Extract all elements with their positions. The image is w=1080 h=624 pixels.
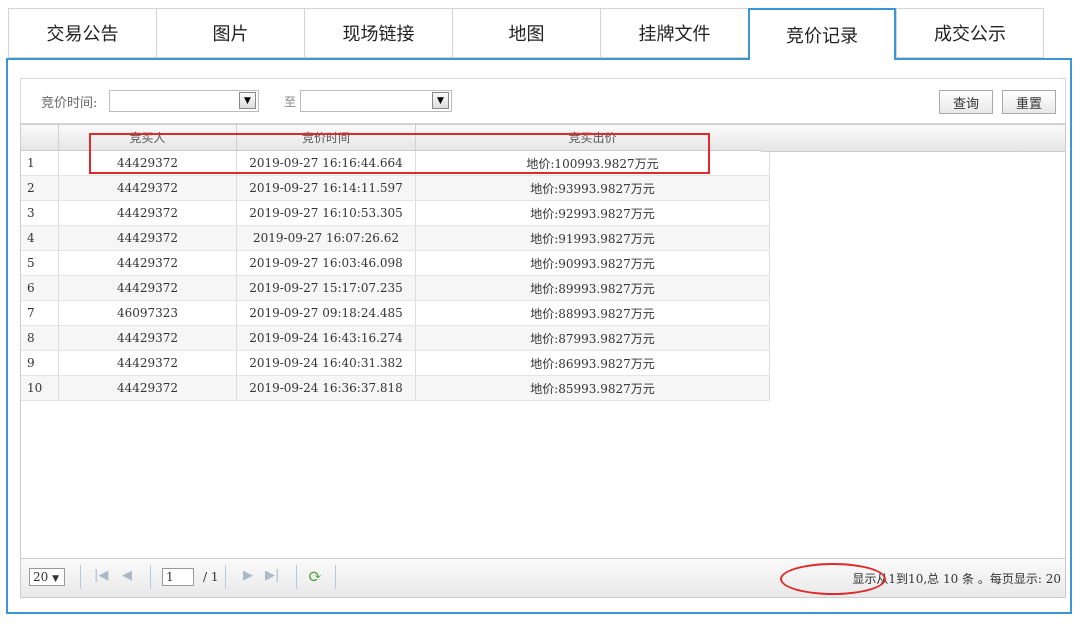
bid-price-cell: 地价:86993.9827万元 <box>415 350 770 376</box>
bid-price-cell: 地价:100993.9827万元 <box>415 150 770 176</box>
pager-divider <box>80 565 81 589</box>
bid-price-cell: 地价:93993.9827万元 <box>415 175 770 201</box>
bid-records-table: 竞买人 竞价时间 竞买出价 1 44429372 2019-09-27 16:16:… <box>20 124 1066 598</box>
table-row[interactable]: 3 44429372 2019-09-27 16:10:53.305 地价:92993… <box>21 200 770 226</box>
bidder-id-cell: 44429372 <box>58 200 237 226</box>
header-bid-price[interactable]: 竞买出价 <box>415 125 770 151</box>
bid-time-cell: 2019-09-27 15:17:07.235 <box>236 275 416 301</box>
tab-map[interactable]: 地图 <box>452 8 600 58</box>
page-size-value: 20 <box>33 570 49 584</box>
bid-time-cell: 2019-09-27 16:16:44.664 <box>236 150 416 176</box>
tab-images[interactable]: 图片 <box>156 8 304 58</box>
row-number-cell: 4 <box>21 225 59 251</box>
reset-button[interactable]: 重置 <box>1002 90 1056 114</box>
page-size-select[interactable]: 20 ▼ <box>29 568 65 586</box>
bid-time-cell: 2019-09-24 16:43:16.274 <box>236 325 416 351</box>
first-page-icon[interactable]: |◀ <box>94 568 108 583</box>
row-number-cell: 10 <box>21 375 59 401</box>
table-row[interactable]: 10 44429372 2019-09-24 16:36:37.818 地价:8599… <box>21 375 770 401</box>
table-header-row: 竞买人 竞价时间 竞买出价 <box>21 125 770 151</box>
bid-price-cell: 地价:89993.9827万元 <box>415 275 770 301</box>
pager-divider <box>335 565 336 589</box>
bid-time-cell: 2019-09-27 16:03:46.098 <box>236 250 416 276</box>
bid-time-cell: 2019-09-27 16:10:53.305 <box>236 200 416 226</box>
bid-price-cell: 地价:85993.9827万元 <box>415 375 770 401</box>
tab-live-link[interactable]: 现场链接 <box>304 8 452 58</box>
table-row[interactable]: 7 46097323 2019-09-27 09:18:24.485 地价:88993… <box>21 300 770 326</box>
header-bid-time[interactable]: 竞价时间 <box>236 125 416 151</box>
search-bar: 竞价时间: ▼ 至 ▼ 查询 重置 <box>20 78 1066 124</box>
row-number-cell: 2 <box>21 175 59 201</box>
table-row[interactable]: 4 44429372 2019-09-27 16:07:26.62 地价:91993.… <box>21 225 770 251</box>
tab-bid-records[interactable]: 竞价记录 <box>748 8 896 60</box>
tab-bar: 交易公告 图片 现场链接 地图 挂牌文件 竞价记录 成交公示 <box>8 8 1044 60</box>
table-row[interactable]: 6 44429372 2019-09-27 15:17:07.235 地价:89993… <box>21 275 770 301</box>
query-button[interactable]: 查询 <box>939 90 993 114</box>
row-number-cell: 6 <box>21 275 59 301</box>
pagination-bar: 20 ▼ |◀ ◀ 1 / 1 ▶ ▶| ⟳ 显示从1到10,总 10 条 。每… <box>21 558 1065 597</box>
row-number-cell: 8 <box>21 325 59 351</box>
total-pages-text: / 1 <box>203 570 219 584</box>
row-number-cell: 1 <box>21 150 59 176</box>
chevron-down-icon[interactable]: ▼ <box>239 92 256 109</box>
bid-price-cell: 地价:92993.9827万元 <box>415 200 770 226</box>
bidder-id-cell: 44429372 <box>58 325 237 351</box>
chevron-down-icon: ▼ <box>52 574 60 584</box>
tab-listing-files[interactable]: 挂牌文件 <box>600 8 748 58</box>
bid-time-cell: 2019-09-24 16:40:31.382 <box>236 350 416 376</box>
bid-time-cell: 2019-09-24 16:36:37.818 <box>236 375 416 401</box>
next-page-icon[interactable]: ▶ <box>243 568 253 583</box>
bid-price-cell: 地价:88993.9827万元 <box>415 300 770 326</box>
last-page-icon[interactable]: ▶| <box>265 568 279 583</box>
bidder-id-cell: 44429372 <box>58 250 237 276</box>
chevron-down-icon[interactable]: ▼ <box>432 92 449 109</box>
bid-time-cell: 2019-09-27 16:14:11.597 <box>236 175 416 201</box>
bidder-id-cell: 44429372 <box>58 275 237 301</box>
start-date-field[interactable]: ▼ <box>109 90 259 112</box>
pagination-range: 显示从1到10, <box>852 572 928 586</box>
bidder-id-cell: 44429372 <box>58 350 237 376</box>
prev-page-icon[interactable]: ◀ <box>122 568 132 583</box>
table-row[interactable]: 5 44429372 2019-09-27 16:03:46.098 地价:90993… <box>21 250 770 276</box>
bidder-id-cell: 44429372 <box>58 225 237 251</box>
bidder-id-cell: 44429372 <box>58 375 237 401</box>
table-row[interactable]: 8 44429372 2019-09-24 16:43:16.274 地价:87993… <box>21 325 770 351</box>
pager-divider <box>225 565 226 589</box>
row-number-cell: 9 <box>21 350 59 376</box>
pagination-info: 显示从1到10,总 10 条 。每页显示: 20 <box>852 570 1061 587</box>
pager-divider <box>296 565 297 589</box>
pagination-total: 总 10 条 。每页显示: 20 <box>927 572 1061 586</box>
bid-time-cell: 2019-09-27 16:07:26.62 <box>236 225 416 251</box>
bidder-id-cell: 44429372 <box>58 175 237 201</box>
table-row[interactable]: 9 44429372 2019-09-24 16:40:31.382 地价:86993… <box>21 350 770 376</box>
refresh-icon[interactable]: ⟳ <box>308 567 322 587</box>
table-row[interactable]: 2 44429372 2019-09-27 16:14:11.597 地价:93993… <box>21 175 770 201</box>
tab-trade-notice[interactable]: 交易公告 <box>8 8 156 58</box>
bid-price-cell: 地价:87993.9827万元 <box>415 325 770 351</box>
row-number-cell: 5 <box>21 250 59 276</box>
to-label: 至 <box>284 95 297 109</box>
page-number-input[interactable]: 1 <box>162 568 194 586</box>
bid-time-label: 竞价时间: <box>41 96 98 111</box>
row-number-cell: 3 <box>21 200 59 226</box>
pager-divider <box>150 565 151 589</box>
bid-records-panel: 竞价时间: ▼ 至 ▼ 查询 重置 竞买人 竞价时间 竞买出价 1 4442937… <box>6 58 1072 614</box>
bid-price-cell: 地价:90993.9827万元 <box>415 250 770 276</box>
header-filler <box>761 125 1065 152</box>
bidder-id-cell: 46097323 <box>58 300 237 326</box>
table-row[interactable]: 1 44429372 2019-09-27 16:16:44.664 地价:10099… <box>21 150 770 176</box>
tab-deal-notice[interactable]: 成交公示 <box>896 8 1044 58</box>
row-number-cell: 7 <box>21 300 59 326</box>
end-date-field[interactable]: ▼ <box>300 90 452 112</box>
header-row-number <box>21 125 59 151</box>
bidder-id-cell: 44429372 <box>58 150 237 176</box>
header-bidder[interactable]: 竞买人 <box>58 125 237 151</box>
bid-time-cell: 2019-09-27 09:18:24.485 <box>236 300 416 326</box>
bid-price-cell: 地价:91993.9827万元 <box>415 225 770 251</box>
